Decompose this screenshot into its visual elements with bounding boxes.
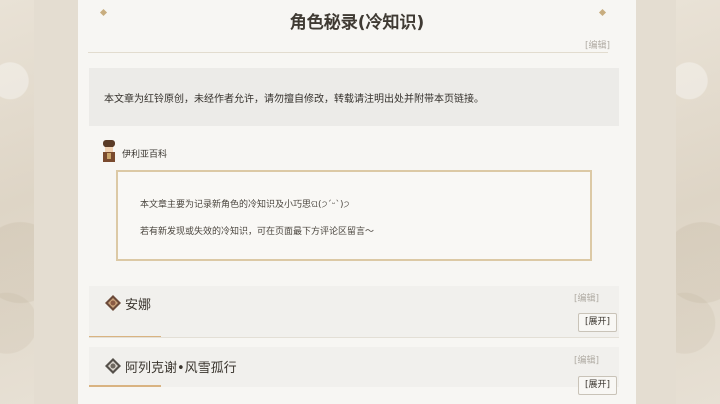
copyright-notice: 本文章为红铃原创，未经作者允许，请勿擅自修改，转载请注明出处并附带本页链接。 (89, 68, 619, 126)
title-divider (88, 52, 608, 53)
background-left-decor (0, 0, 34, 404)
background-right-decor (676, 0, 720, 404)
title-edit-link[interactable]: [编辑] (585, 38, 610, 51)
author-name[interactable]: 伊利亚百科 (122, 147, 167, 160)
expand-button[interactable]: [展开] (578, 313, 617, 332)
section-anna: 安娜 [编辑] (89, 286, 619, 338)
section-title: 安娜 (125, 298, 152, 313)
section-divider (89, 337, 619, 338)
character-avatar-icon (103, 140, 115, 162)
section-title: 阿列克谢•风雪孤行 (125, 361, 237, 376)
section-edit-link[interactable]: [编辑] (574, 353, 599, 366)
intro-line-1: 本文章主要为记录新角色的冷知识及小巧思ଘ(੭ˊᵕˋ)੭ (140, 200, 350, 210)
left-margin (34, 0, 78, 404)
page-title: 角色秘录(冷知识) (289, 13, 425, 33)
intro-line-2: 若有新发现或失效的冷知识，可在页面最下方评论区留言～ (140, 227, 375, 237)
section-alexei: 阿列克谢•风雪孤行 [编辑] (89, 347, 619, 387)
character-emblem-icon (105, 358, 121, 374)
section-edit-link[interactable]: [编辑] (574, 291, 599, 304)
right-margin (636, 0, 676, 404)
copyright-notice-text: 本文章为红铃原创，未经作者允许，请勿擅自修改，转载请注明出处并附带本页链接。 (104, 94, 484, 105)
section-title-underline (89, 385, 161, 387)
article-card: 角色秘录(冷知识) [编辑] 本文章为红铃原创，未经作者允许，请勿擅自修改，转载… (78, 0, 636, 404)
character-emblem-icon (105, 295, 121, 311)
intro-quote-box: 本文章主要为记录新角色的冷知识及小巧思ଘ(੭ˊᵕˋ)੭ 若有新发现或失效的冷知识… (116, 170, 592, 261)
expand-button[interactable]: [展开] (578, 376, 617, 395)
